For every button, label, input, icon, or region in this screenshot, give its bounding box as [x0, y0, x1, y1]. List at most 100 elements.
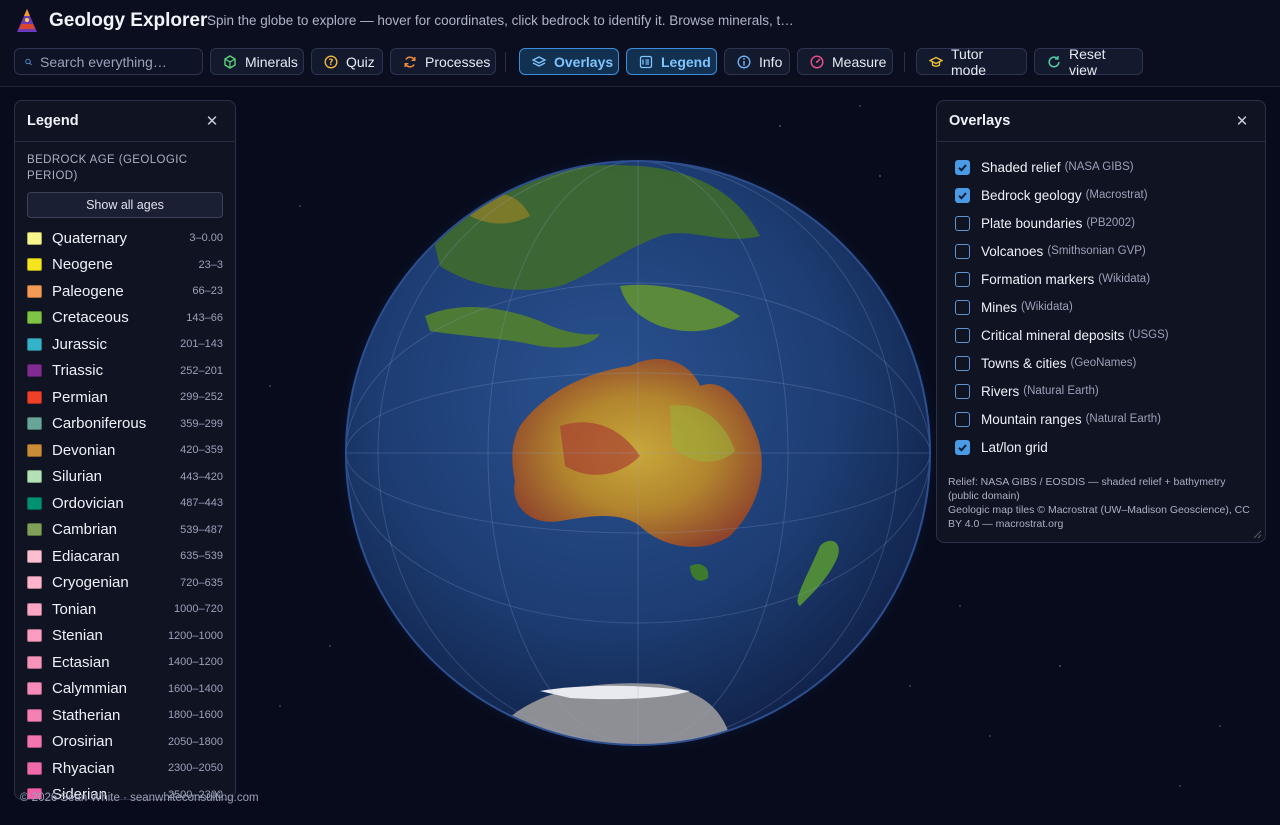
- search-icon: [25, 58, 32, 65]
- legend-item[interactable]: Silurian 443–420: [15, 464, 235, 491]
- color-swatch: [27, 629, 42, 643]
- overlay-item[interactable]: Volcanoes (Smithsonian GVP): [955, 237, 1265, 265]
- search-box[interactable]: [14, 48, 203, 75]
- overlay-checkbox[interactable]: [955, 271, 970, 287]
- overlay-checkbox[interactable]: [955, 299, 970, 315]
- legend-item[interactable]: Carboniferous 359–299: [15, 411, 235, 438]
- age-range: 487–443: [180, 497, 223, 510]
- overlay-checkbox[interactable]: [955, 215, 970, 231]
- overlay-checkbox[interactable]: [955, 159, 970, 175]
- age-range: 539–487: [180, 523, 223, 536]
- legend-item[interactable]: Jurassic 201–143: [15, 331, 235, 358]
- quiz-button[interactable]: ? Quiz: [311, 48, 383, 75]
- legend-item[interactable]: Rhyacian 2300–2050: [15, 755, 235, 782]
- age-range: 1200–1000: [167, 629, 223, 642]
- age-range: 66–23: [192, 285, 223, 298]
- age-name: Stenian: [52, 627, 103, 645]
- legend-item[interactable]: Cambrian 539–487: [15, 517, 235, 544]
- overlay-item[interactable]: Towns & cities (GeoNames): [955, 349, 1265, 377]
- legend-item[interactable]: Paleogene 66–23: [15, 278, 235, 305]
- legend-item[interactable]: Statherian 1800–1600: [15, 702, 235, 729]
- age-range: 3–0.00: [189, 232, 223, 245]
- legend-item[interactable]: Calymmian 1600–1400: [15, 676, 235, 703]
- minerals-button[interactable]: Minerals: [210, 48, 304, 75]
- processes-button[interactable]: Processes: [390, 48, 496, 75]
- overlay-checkbox[interactable]: [955, 187, 970, 203]
- age-name: Permian: [52, 388, 108, 406]
- age-range: 635–539: [180, 550, 223, 563]
- overlay-item[interactable]: Mountain ranges (Natural Earth): [955, 405, 1265, 433]
- color-swatch: [27, 576, 42, 590]
- question-icon: ?: [324, 54, 338, 69]
- overlay-source: (PB2002): [1086, 217, 1135, 229]
- overlays-button[interactable]: Overlays: [519, 48, 619, 75]
- color-swatch: [27, 443, 42, 457]
- overlay-checkbox[interactable]: [955, 411, 970, 427]
- legend-item[interactable]: Neogene 23–3: [15, 252, 235, 279]
- app-header: Geology Explorer Spin the globe to explo…: [0, 0, 1280, 87]
- reset-view-button[interactable]: Reset view: [1034, 46, 1143, 78]
- age-name: Silurian: [52, 468, 103, 486]
- app-title: Geology Explorer: [49, 10, 208, 31]
- overlay-item[interactable]: Lat/lon grid: [955, 433, 1265, 461]
- overlay-name: Towns & cities: [981, 355, 1067, 371]
- overlay-item[interactable]: Bedrock geology (Macrostrat): [955, 181, 1265, 209]
- legend-item[interactable]: Cryogenian 720–635: [15, 570, 235, 597]
- overlay-item[interactable]: Rivers (Natural Earth): [955, 377, 1265, 405]
- cycle-icon: [404, 55, 416, 68]
- legend-panel-title: Legend: [27, 113, 79, 129]
- color-swatch: [27, 390, 42, 404]
- color-swatch: [27, 258, 42, 272]
- age-name: Ediacaran: [52, 547, 120, 565]
- age-name: Tonian: [52, 600, 97, 618]
- credit-relief: Relief: NASA GIBS / EOSDIS — shaded reli…: [948, 476, 1226, 502]
- overlay-item[interactable]: Critical mineral deposits (USGS): [955, 321, 1265, 349]
- credit-geology: Geologic map tiles © Macrostrat (UW–Madi…: [948, 504, 1250, 530]
- overlay-item[interactable]: Formation markers (Wikidata): [955, 265, 1265, 293]
- age-range: 143–66: [186, 311, 223, 324]
- age-range: 252–201: [180, 364, 223, 377]
- age-name: Carboniferous: [52, 415, 147, 433]
- check-icon: [958, 191, 967, 200]
- color-swatch: [27, 311, 42, 325]
- search-input[interactable]: [38, 52, 192, 71]
- show-all-ages-button[interactable]: Show all ages: [27, 192, 223, 218]
- close-icon[interactable]: ✕: [1231, 110, 1253, 132]
- legend-item[interactable]: Ediacaran 635–539: [15, 543, 235, 570]
- overlay-name: Shaded relief: [981, 159, 1061, 175]
- legend-item[interactable]: Tonian 1000–720: [15, 596, 235, 623]
- app-subtitle: Spin the globe to explore — hover for co…: [207, 13, 797, 28]
- legend-icon: [639, 55, 653, 68]
- overlay-item[interactable]: Shaded relief (NASA GIBS): [955, 153, 1265, 181]
- overlay-checkbox[interactable]: [955, 327, 970, 343]
- measure-button[interactable]: Measure: [797, 48, 893, 75]
- overlay-checkbox[interactable]: [955, 439, 970, 455]
- color-swatch: [27, 337, 42, 351]
- overlay-source: (Macrostrat): [1085, 189, 1148, 201]
- age-name: Calymmian: [52, 680, 128, 698]
- overlay-item[interactable]: Mines (Wikidata): [955, 293, 1265, 321]
- gauge-icon: [810, 54, 824, 69]
- overlay-source: (GeoNames): [1070, 357, 1137, 369]
- legend-item[interactable]: Quaternary 3–0.00: [15, 225, 235, 252]
- legend-item[interactable]: Triassic 252–201: [15, 358, 235, 385]
- legend-button[interactable]: Legend: [626, 48, 717, 75]
- legend-item[interactable]: Cretaceous 143–66: [15, 305, 235, 332]
- overlay-checkbox[interactable]: [955, 355, 970, 371]
- legend-item[interactable]: Stenian 1200–1000: [15, 623, 235, 650]
- legend-item[interactable]: Devonian 420–359: [15, 437, 235, 464]
- legend-item[interactable]: Orosirian 2050–1800: [15, 729, 235, 756]
- resize-handle-icon[interactable]: [1252, 529, 1262, 539]
- overlay-checkbox[interactable]: [955, 383, 970, 399]
- legend-item[interactable]: Permian 299–252: [15, 384, 235, 411]
- tutor-mode-button[interactable]: Tutor mode: [916, 46, 1027, 78]
- close-icon[interactable]: ✕: [201, 110, 223, 132]
- age-range: 359–299: [180, 417, 223, 430]
- overlay-item[interactable]: Plate boundaries (PB2002): [955, 209, 1265, 237]
- brand: Geology Explorer: [16, 8, 207, 34]
- info-button[interactable]: Info: [724, 48, 790, 75]
- legend-item[interactable]: Ordovician 487–443: [15, 490, 235, 517]
- legend-item[interactable]: Ectasian 1400–1200: [15, 649, 235, 676]
- check-icon: [958, 163, 967, 172]
- overlay-checkbox[interactable]: [955, 243, 970, 259]
